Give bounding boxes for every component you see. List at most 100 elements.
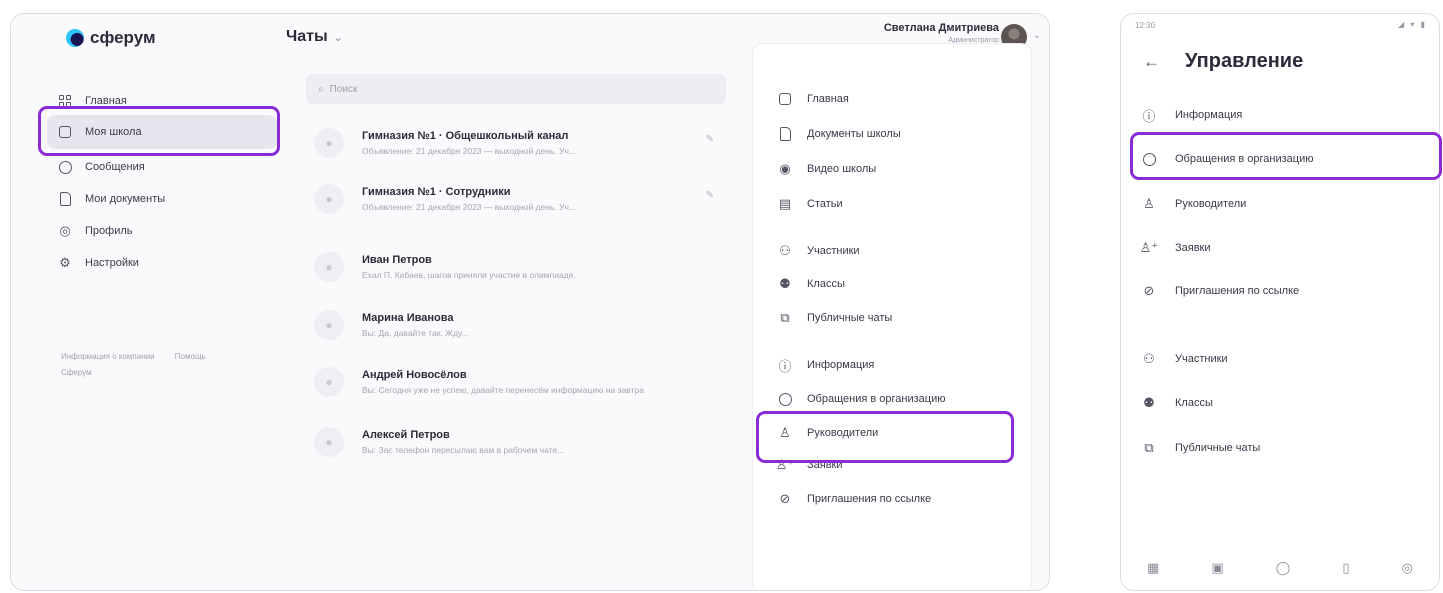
user-info[interactable]: Светлана Дмитриева Администратор — [884, 22, 999, 44]
panel-item-classes[interactable]: ⚉ Классы — [777, 273, 1017, 295]
video-icon: ◉ — [779, 161, 791, 176]
sidebar-item-label: Главная — [85, 95, 127, 107]
sidebar-item-label: Мои документы — [85, 193, 166, 205]
list-item[interactable]: ● Иван Петров Ехал П. Кабаев, шагов прин… — [314, 246, 744, 290]
sidebar-item-label: Сообщения — [85, 161, 145, 173]
panel-item-label: Обращения в организацию — [807, 393, 946, 405]
list-item[interactable]: ● Алексей Петров Вы: Зас телефон пересыл… — [314, 421, 744, 465]
panel-item-invite-links[interactable]: ⊘ Приглашения по ссылке — [777, 488, 1017, 510]
info-icon: ⓘ — [778, 358, 792, 374]
chat-title: Иван Петров — [362, 254, 432, 266]
members-icon: ⚇ — [779, 243, 791, 258]
panel-item-label: Информация — [807, 359, 875, 371]
menu-item-label: Заявки — [1175, 242, 1211, 254]
menu-item-label: Информация — [1175, 109, 1243, 121]
chat-preview: Ехал П. Кабаев, шагов приняли участие в … — [362, 270, 576, 280]
menu-item-label: Классы — [1175, 397, 1213, 409]
panel-item-label: Статьи — [807, 198, 843, 210]
chat-title: Гимназия №1 · Сотрудники — [362, 186, 511, 198]
profile-icon: ◎ — [59, 223, 71, 238]
chat-avatar: ● — [314, 367, 344, 397]
chat-preview: Вы: Да, давайте так. Жду... — [362, 328, 469, 338]
menu-item-classes[interactable]: ⚉ Классы — [1141, 391, 1431, 415]
panel-item-label: Приглашения по ссылке — [807, 493, 932, 505]
panel-item-label: Видео школы — [807, 163, 877, 175]
back-arrow-icon[interactable]: ← — [1143, 52, 1160, 72]
panel-item-managers[interactable]: ♙ Руководители — [777, 422, 1017, 444]
menu-item-public-chats[interactable]: ⧉ Публичные чаты — [1141, 436, 1431, 460]
panel-item-label: Главная — [807, 93, 849, 105]
chat-avatar: ● — [314, 128, 344, 158]
sidebar-footer-links: Информация о компании Помощь Сферум — [61, 352, 224, 377]
panel-item-appeals[interactable]: Обращения в организацию — [777, 388, 1017, 410]
public-chats-icon: ⧉ — [1144, 440, 1154, 455]
chat-icon[interactable]: ◯ — [1276, 560, 1291, 576]
mobile-screen: 12:30 ◢ ▾ ▮ ← Управление ⓘ Информация Об… — [1120, 13, 1440, 591]
menu-item-managers[interactable]: ♙ Руководители — [1141, 192, 1431, 216]
info-icon: ⓘ — [1142, 108, 1156, 124]
chat-preview: Объявление: 21 декабря 2023 — выходной д… — [362, 202, 577, 212]
classes-icon: ⚉ — [779, 276, 791, 291]
pin-icon: ✎ — [705, 134, 714, 145]
list-item[interactable]: ● Андрей Новосёлов Вы: Сегодня уже не ус… — [314, 361, 744, 405]
chat-icon — [57, 159, 73, 175]
menu-item-members[interactable]: ⚇ Участники — [1141, 347, 1431, 371]
panel-item-info[interactable]: ⓘ Информация — [777, 354, 1017, 376]
footer-link[interactable]: Информация о компании — [61, 352, 155, 361]
sidebar-item-home[interactable]: Главная — [47, 84, 277, 118]
list-item[interactable]: ● Марина Иванова Вы: Да, давайте так. Жд… — [314, 304, 744, 348]
home-icon — [777, 91, 793, 107]
panel-item-members[interactable]: ⚇ Участники — [777, 240, 1017, 262]
user-role: Администратор — [948, 37, 999, 44]
menu-item-appeals[interactable]: Обращения в организацию — [1141, 147, 1431, 171]
sidebar-item-profile[interactable]: ◎ Профиль — [47, 214, 277, 248]
sidebar-item-messages[interactable]: Сообщения — [47, 150, 277, 184]
sidebar-item-my-school[interactable]: Моя школа — [47, 115, 277, 149]
panel-item-label: Руководители — [807, 427, 879, 439]
search-input[interactable]: ⌕ Поиск — [306, 74, 726, 104]
sidebar-item-documents[interactable]: Мои документы — [47, 182, 277, 216]
chat-list: ⌕ Поиск ● Гимназия №1 · Общешкольный кан… — [286, 70, 746, 590]
panel-item-public-chats[interactable]: ⧉ Публичные чаты — [777, 307, 1017, 329]
panel-item-school-video[interactable]: ◉ Видео школы — [777, 158, 1017, 180]
sidebar-item-settings[interactable]: ⚙ Настройки — [47, 246, 277, 280]
footer-link[interactable]: Сферум — [61, 368, 224, 377]
panel-item-school-documents[interactable]: Документы школы — [777, 123, 1017, 145]
chats-dropdown[interactable]: Чаты ⌄ — [286, 28, 343, 46]
menu-item-label: Приглашения по ссылке — [1175, 285, 1300, 297]
panel-item-label: Публичные чаты — [807, 312, 893, 324]
menu-item-label: Руководители — [1175, 198, 1247, 210]
footer-link[interactable]: Помощь — [175, 352, 206, 361]
document-icon — [57, 191, 73, 207]
user-name: Светлана Дмитриева — [883, 22, 999, 34]
chevron-down-icon[interactable]: ⌄ — [1033, 30, 1041, 41]
list-item[interactable]: ● Гимназия №1 · Общешкольный канал Объяв… — [314, 122, 744, 166]
grid-icon[interactable]: ▦ — [1147, 560, 1159, 576]
chat-preview: Вы: Зас телефон пересылаю вам в рабочем … — [362, 445, 565, 455]
chats-title: Чаты — [286, 28, 328, 45]
sidebar: Главная Моя школа Сообщения Мои документ… — [11, 70, 281, 590]
document-icon[interactable]: ▯ — [1342, 560, 1349, 576]
panel-item-home[interactable]: Главная — [777, 88, 1017, 110]
menu-item-info[interactable]: ⓘ Информация — [1141, 103, 1431, 127]
chevron-down-icon: ⌄ — [333, 31, 343, 44]
school-icon[interactable]: ▣ — [1211, 560, 1223, 576]
status-time: 12:30 — [1135, 21, 1156, 30]
signal-icon: ◢ ▾ ▮ — [1397, 20, 1427, 29]
panel-item-requests[interactable]: ♙⁺ Заявки — [775, 454, 1017, 476]
person-add-icon: ♙⁺ — [775, 457, 795, 472]
logo[interactable]: сферум — [66, 28, 156, 48]
list-item[interactable]: ● Гимназия №1 · Сотрудники Объявление: 2… — [314, 178, 744, 222]
menu-item-label: Обращения в организацию — [1175, 153, 1314, 165]
sidebar-item-label: Настройки — [85, 257, 139, 269]
sidebar-item-label: Профиль — [85, 225, 133, 237]
menu-item-invite-links[interactable]: ⊘ Приглашения по ссылке — [1141, 279, 1431, 303]
chat-title: Алексей Петров — [362, 429, 450, 441]
panel-item-articles[interactable]: ▤ Статьи — [777, 193, 1017, 215]
chat-icon — [1141, 151, 1157, 167]
logo-icon — [66, 29, 84, 47]
gear-icon: ⚙ — [59, 255, 71, 270]
menu-item-requests[interactable]: ♙⁺ Заявки — [1140, 236, 1431, 260]
desktop-window: сферум Чаты ⌄ Светлана Дмитриева Админис… — [10, 13, 1050, 591]
profile-icon[interactable]: ◎ — [1402, 560, 1413, 576]
